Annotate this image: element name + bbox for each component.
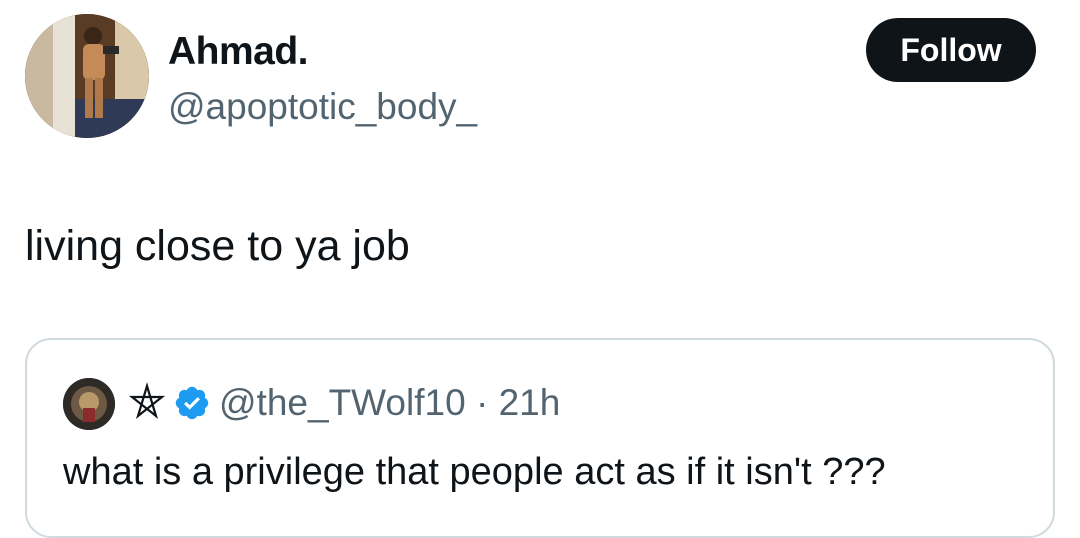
quoted-author-avatar[interactable] [63, 378, 115, 430]
author-handle[interactable]: @apoptotic_body_ [168, 84, 477, 130]
verified-badge-icon [175, 386, 209, 420]
quoted-author-handle[interactable]: @the_TWolf10 [219, 382, 466, 423]
author-avatar[interactable] [25, 14, 149, 138]
pentagram-symbol-icon [128, 382, 166, 420]
quoted-tweet-time[interactable]: 21h [499, 382, 561, 423]
follow-button[interactable]: Follow [866, 18, 1036, 82]
quoted-tweet-text: what is a privilege that people act as i… [63, 451, 886, 493]
tweet-text: living close to ya job [25, 222, 410, 270]
author-display-name[interactable]: Ahmad. [168, 28, 309, 76]
meta-separator: · [475, 382, 489, 423]
quoted-tweet-meta[interactable]: @the_TWolf10 · 21h [219, 380, 560, 426]
quoted-tweet-card[interactable]: @the_TWolf10 · 21h what is a privilege t… [25, 338, 1055, 538]
